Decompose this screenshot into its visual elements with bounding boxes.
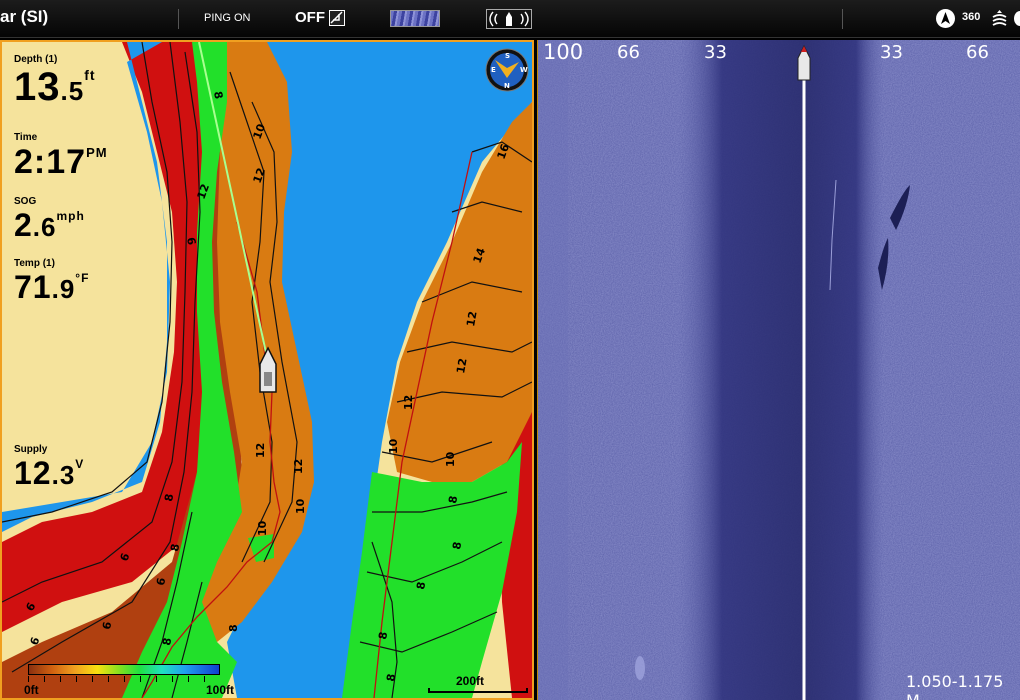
range-label: 33 (704, 42, 727, 63)
readout-value: 13.5ft (14, 65, 96, 109)
scale-line (428, 688, 528, 693)
svg-text:W: W (520, 66, 528, 74)
svg-text:N: N (504, 82, 510, 90)
depth-color-legend: 0ft 100ft (24, 662, 234, 697)
frequency-label: 1.050-1.175 M (906, 672, 1004, 700)
view-title: ar (SI) (0, 7, 49, 26)
time-readout[interactable]: Time 2:17PM (14, 132, 108, 182)
range-label: 66 (617, 42, 640, 63)
beam-select-icon[interactable] (486, 9, 532, 29)
readout-label: Depth (1) (14, 54, 58, 65)
readout-label: Supply (14, 444, 48, 455)
autochart-icon[interactable] (329, 10, 345, 26)
svg-text:S: S (505, 52, 510, 60)
contour-label: 12 (254, 443, 267, 458)
range-label: 33 (880, 42, 903, 63)
range-label: 66 (966, 42, 989, 63)
contour-label: 12 (464, 310, 479, 327)
divider (842, 9, 843, 29)
navigation-icon[interactable] (936, 9, 955, 28)
scale-label: 200ft (456, 674, 485, 688)
settings-icon[interactable] (1014, 11, 1020, 26)
readout-label: Time (14, 132, 38, 143)
scale-bar: 200ft (422, 674, 532, 696)
contour-label: 12 (454, 357, 469, 374)
legend-min-label: 0ft (24, 683, 39, 697)
ping-status[interactable]: PING ON (204, 12, 250, 24)
contour-label: 12 (402, 395, 415, 410)
readout-label: SOG (14, 196, 37, 207)
contour-label: 10 (294, 498, 307, 514)
divider (178, 9, 179, 29)
legend-gradient (28, 664, 220, 675)
chart-pane[interactable]: 8 10 12 12 12 10 12 10 16 14 12 12 12 10… (0, 40, 534, 700)
360-imaging-icon[interactable]: 360 (962, 11, 980, 23)
status-bar: ar (SI) PING ON OFF 360 (0, 0, 1020, 38)
contour-label: 6 (28, 635, 43, 647)
readout-label: Temp (1) (14, 258, 55, 269)
contour-label: 10 (256, 520, 269, 536)
sonar-stack-icon[interactable] (991, 9, 1008, 28)
contour-label: 10 (444, 451, 457, 467)
legend-ticks (28, 676, 220, 682)
contour-label: 12 (292, 459, 305, 474)
contour-label: 8 (227, 624, 240, 632)
si-thumbnail-icon[interactable] (390, 10, 440, 27)
readout-value: 71.9°F (14, 269, 90, 305)
readout-value: 2.6mph (14, 207, 85, 243)
range-label: 100 (543, 40, 584, 64)
contour-label: 10 (387, 438, 400, 454)
sog-readout[interactable]: SOG 2.6mph (14, 196, 85, 244)
readout-value: 12.3V (14, 455, 85, 491)
depth-readout[interactable]: Depth (1) 13.5ft (14, 54, 96, 110)
legend-max-label: 100ft (206, 683, 235, 697)
side-imaging-view[interactable] (538, 40, 1020, 700)
side-imaging-pane[interactable]: 100 66 33 33 66 1.050-1.175 M (537, 40, 1020, 700)
mode-status[interactable]: OFF (295, 9, 325, 26)
compass-icon[interactable]: S E W N (485, 48, 529, 92)
svg-text:E: E (491, 66, 496, 74)
readout-value: 2:17PM (14, 143, 108, 181)
supply-readout[interactable]: Supply 12.3V (14, 444, 84, 492)
temp-readout[interactable]: Temp (1) 71.9°F (14, 258, 89, 306)
